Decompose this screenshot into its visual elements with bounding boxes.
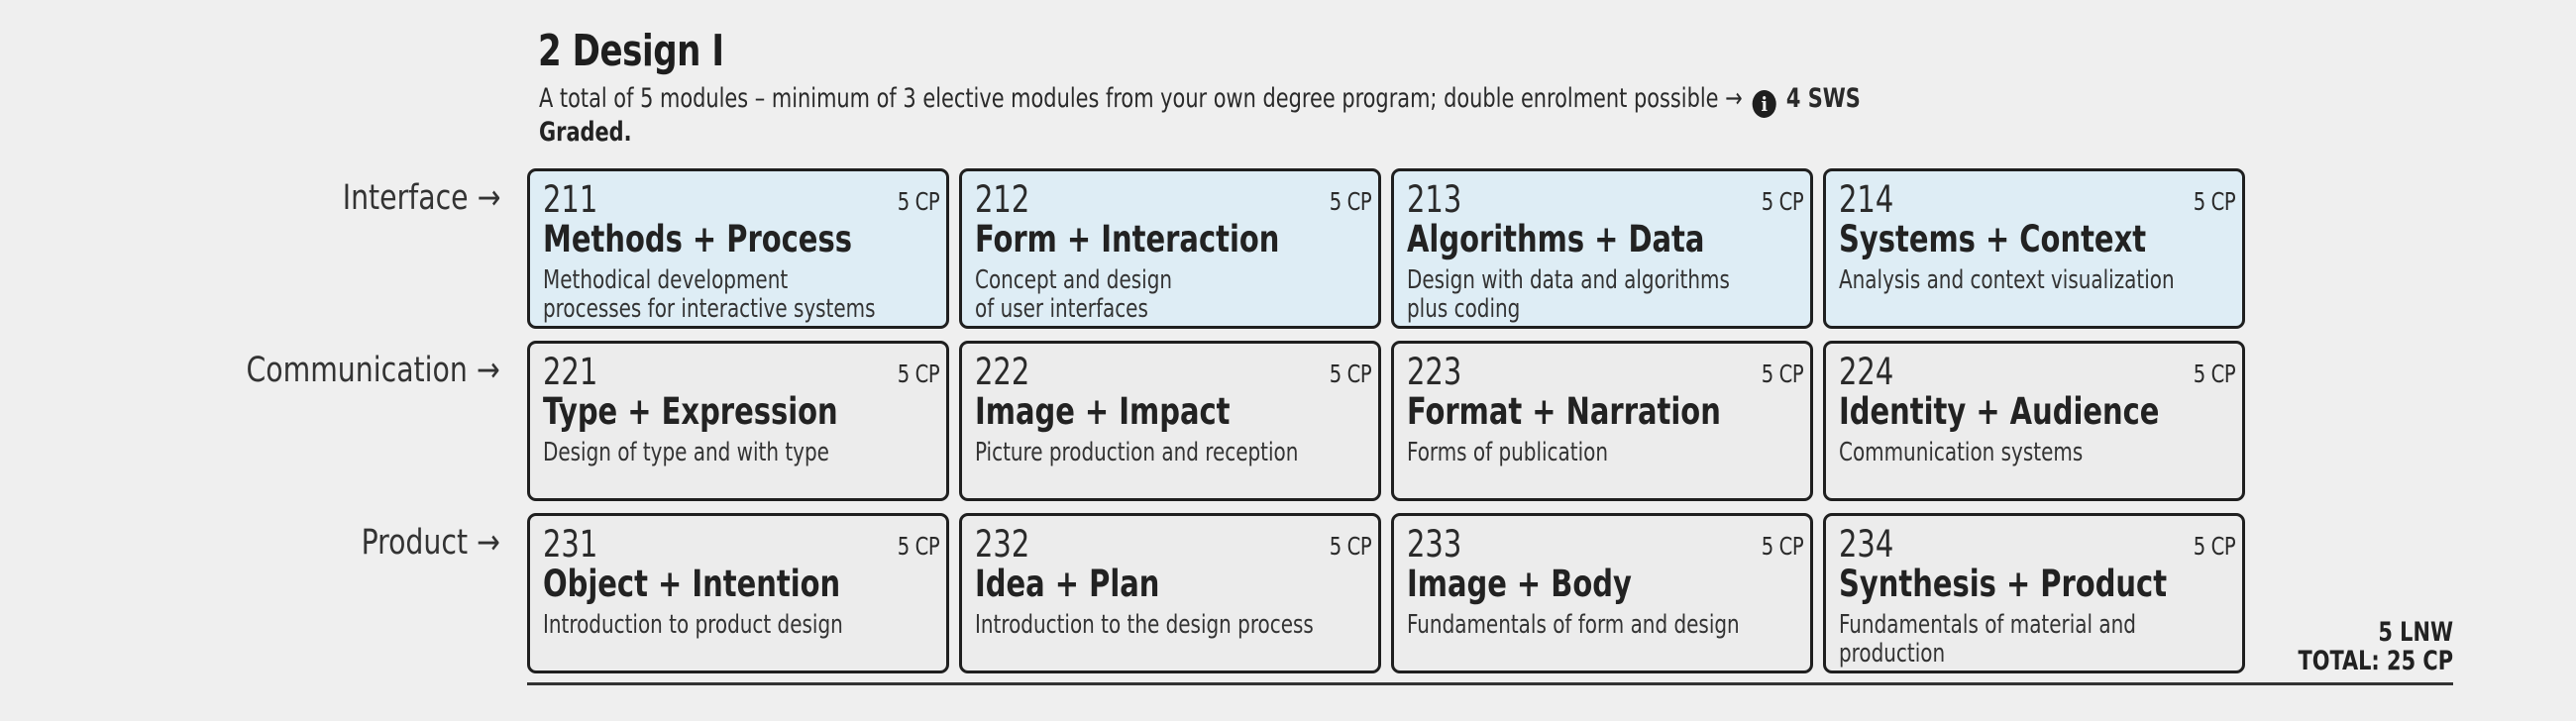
module-group-description: A total of 5 modules – minimum of 3 elec…	[539, 83, 1861, 118]
module-description: Introduction to product design	[543, 610, 843, 640]
arrow-right-icon: →	[477, 178, 500, 218]
arrow-right-icon: →	[477, 523, 500, 563]
module-credits: 5 CP	[2193, 532, 2236, 561]
module-code: 224	[1839, 351, 1894, 393]
total-credits: TOTAL: 25 CP	[2298, 646, 2453, 676]
module-credits: 5 CP	[2193, 187, 2236, 216]
row-label-interface: Interface →	[342, 178, 500, 218]
module-name: Systems + Context	[1839, 218, 2147, 260]
module-credits: 5 CP	[2193, 360, 2236, 388]
module-code: 212	[975, 178, 1030, 221]
row-label-text: Interface	[342, 178, 469, 218]
module-card-234[interactable]: 234 5 CP Synthesis + Product Fundamental…	[1823, 513, 2245, 673]
module-code: 222	[975, 351, 1030, 393]
module-card-224[interactable]: 224 5 CP Identity + Audience Communicati…	[1823, 341, 2245, 501]
arrow-right-icon: →	[477, 351, 500, 390]
module-code: 223	[1407, 351, 1462, 393]
module-code: 234	[1839, 523, 1894, 566]
module-description: Design of type and with type	[543, 438, 829, 467]
module-credits: 5 CP	[897, 360, 940, 388]
module-name: Synthesis + Product	[1839, 563, 2168, 605]
row-label-text: Communication	[246, 351, 469, 390]
module-name: Image + Body	[1407, 563, 1632, 605]
module-card-222[interactable]: 222 5 CP Image + Impact Picture producti…	[959, 341, 1381, 501]
module-credits: 5 CP	[897, 532, 940, 561]
module-card-221[interactable]: 221 5 CP Type + Expression Design of typ…	[527, 341, 949, 501]
module-card-214[interactable]: 214 5 CP Systems + Context Analysis and …	[1823, 168, 2245, 329]
row-label-communication: Communication →	[247, 351, 500, 390]
row-label-text: Product	[361, 523, 469, 563]
module-description: Design with data and algorithms plus cod…	[1407, 265, 1730, 324]
module-credits: 5 CP	[1329, 187, 1372, 216]
module-description: Fundamentals of form and design	[1407, 610, 1740, 640]
module-credits: 5 CP	[1329, 360, 1372, 388]
module-description: Concept and design of user interfaces	[975, 265, 1173, 324]
module-card-223[interactable]: 223 5 CP Format + Narration Forms of pub…	[1391, 341, 1813, 501]
module-card-232[interactable]: 232 5 CP Idea + Plan Introduction to the…	[959, 513, 1381, 673]
module-card-211[interactable]: 211 5 CP Methods + Process Methodical de…	[527, 168, 949, 329]
module-name: Idea + Plan	[975, 563, 1160, 605]
bottom-divider	[527, 682, 2453, 685]
module-name: Methods + Process	[543, 218, 852, 260]
info-icon[interactable]: i	[1752, 90, 1776, 118]
module-name: Form + Interaction	[975, 218, 1280, 260]
module-credits: 5 CP	[897, 187, 940, 216]
module-name: Image + Impact	[975, 390, 1231, 433]
module-code: 231	[543, 523, 598, 566]
module-code: 233	[1407, 523, 1462, 566]
module-credits: 5 CP	[1761, 532, 1804, 561]
description-text: A total of 5 modules – minimum of 3 elec…	[539, 83, 1743, 114]
module-card-233[interactable]: 233 5 CP Image + Body Fundamentals of fo…	[1391, 513, 1813, 673]
module-code: 211	[543, 178, 598, 221]
module-description: Forms of publication	[1407, 438, 1608, 467]
module-card-212[interactable]: 212 5 CP Form + Interaction Concept and …	[959, 168, 1381, 329]
module-code: 221	[543, 351, 598, 393]
page-title: 2 Design I	[538, 26, 724, 76]
module-credits: 5 CP	[1761, 187, 1804, 216]
module-name: Algorithms + Data	[1407, 218, 1705, 260]
lnw-count: 5 LNW	[2378, 617, 2453, 648]
module-code: 213	[1407, 178, 1462, 221]
module-description: Introduction to the design process	[975, 610, 1314, 640]
module-description: Picture production and reception	[975, 438, 1299, 467]
module-credits: 5 CP	[1761, 360, 1804, 388]
module-description: Fundamentals of material and production	[1839, 610, 2136, 669]
module-credits: 5 CP	[1329, 532, 1372, 561]
module-name: Format + Narration	[1407, 390, 1721, 433]
module-description: Communication systems	[1839, 438, 2084, 467]
sws-value: 4 SWS	[1785, 83, 1861, 114]
module-code: 214	[1839, 178, 1894, 221]
graded-note: Graded.	[539, 117, 632, 148]
module-code: 232	[975, 523, 1030, 566]
module-card-213[interactable]: 213 5 CP Algorithms + Data Design with d…	[1391, 168, 1813, 329]
module-description: Analysis and context visualization	[1839, 265, 2175, 295]
module-name: Object + Intention	[543, 563, 841, 605]
module-name: Type + Expression	[543, 390, 838, 433]
module-name: Identity + Audience	[1839, 390, 2160, 433]
module-description: Methodical development processes for int…	[543, 265, 876, 324]
totals-summary: 5 LNW TOTAL: 25 CP	[2298, 618, 2453, 675]
row-label-product: Product →	[362, 523, 500, 563]
module-card-231[interactable]: 231 5 CP Object + Intention Introduction…	[527, 513, 949, 673]
